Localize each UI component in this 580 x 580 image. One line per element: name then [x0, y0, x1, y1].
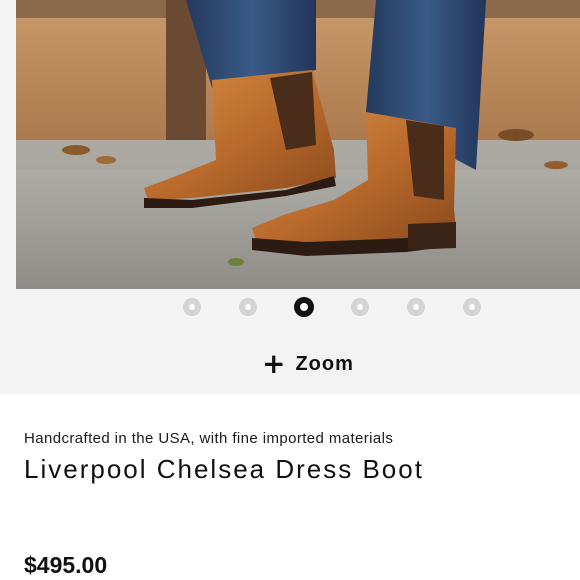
carousel-dot-4[interactable] — [351, 298, 369, 316]
product-page: + Zoom Handcrafted in the USA, with fine… — [0, 0, 580, 580]
zoom-button[interactable]: + Zoom — [262, 348, 354, 380]
plus-icon: + — [262, 347, 286, 380]
carousel-dots — [0, 296, 580, 318]
carousel-dot-2[interactable] — [239, 298, 257, 316]
boot-photo-illustration — [16, 0, 580, 289]
product-subtitle: Handcrafted in the USA, with fine import… — [24, 430, 394, 447]
image-gallery: + Zoom — [0, 0, 580, 394]
carousel-dot-1[interactable] — [183, 298, 201, 316]
product-photo[interactable] — [16, 0, 580, 289]
zoom-label: Zoom — [295, 352, 354, 375]
carousel-dot-3-active[interactable] — [294, 297, 314, 317]
carousel-dot-6[interactable] — [463, 298, 481, 316]
carousel-dot-5[interactable] — [407, 298, 425, 316]
product-title: Liverpool Chelsea Dress Boot — [24, 454, 424, 484]
product-info: Handcrafted in the USA, with fine import… — [0, 394, 580, 580]
product-price: $495.00 — [24, 552, 108, 578]
